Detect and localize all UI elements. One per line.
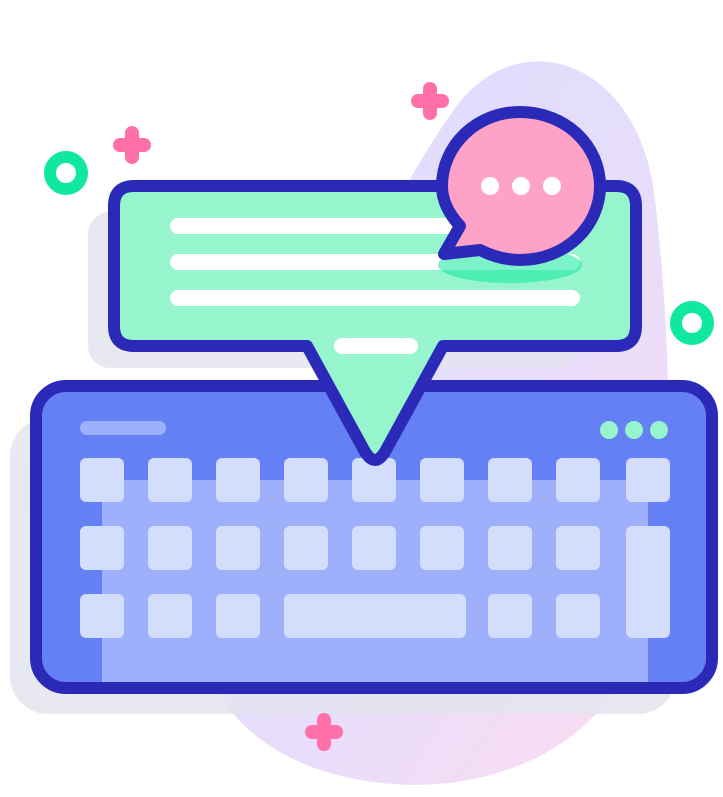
keyboard-key xyxy=(80,594,124,638)
indicator-light xyxy=(625,421,643,439)
keyboard-key xyxy=(556,458,600,502)
keyboard-key xyxy=(556,594,600,638)
sparkle-icon xyxy=(113,126,151,164)
ring-icon xyxy=(44,151,88,195)
keyboard-label-bar xyxy=(80,421,166,435)
keyboard-key xyxy=(216,458,260,502)
keyboard-key xyxy=(148,526,192,570)
typing-dot xyxy=(543,177,561,195)
keyboard-key xyxy=(284,526,328,570)
keyboard-key xyxy=(80,526,124,570)
keyboard-key xyxy=(284,594,466,638)
keyboard-key xyxy=(488,594,532,638)
text-line xyxy=(170,290,580,306)
keyboard-key xyxy=(148,594,192,638)
keyboard-key xyxy=(556,526,600,570)
sparkle-icon xyxy=(411,82,449,120)
keyboard-key xyxy=(488,526,532,570)
text-line xyxy=(334,338,418,354)
keyboard-key xyxy=(626,526,670,638)
keyboard-chat-illustration xyxy=(0,0,723,797)
ring-icon xyxy=(670,301,714,345)
typing-dot xyxy=(481,177,499,195)
keyboard-key xyxy=(488,458,532,502)
keyboard-key xyxy=(148,458,192,502)
keyboard-key xyxy=(352,526,396,570)
keyboard-key xyxy=(284,458,328,502)
keyboard-key xyxy=(216,526,260,570)
keyboard-key xyxy=(420,458,464,502)
indicator-light xyxy=(650,421,668,439)
keyboard-key xyxy=(420,526,464,570)
keyboard-inset xyxy=(102,480,648,688)
indicator-light xyxy=(600,421,618,439)
text-line xyxy=(170,218,470,234)
illustration-canvas xyxy=(10,61,718,785)
keyboard-key xyxy=(216,594,260,638)
keyboard-key xyxy=(80,458,124,502)
keyboard-key xyxy=(626,458,670,502)
typing-dot xyxy=(512,177,530,195)
key-grid xyxy=(80,458,670,638)
